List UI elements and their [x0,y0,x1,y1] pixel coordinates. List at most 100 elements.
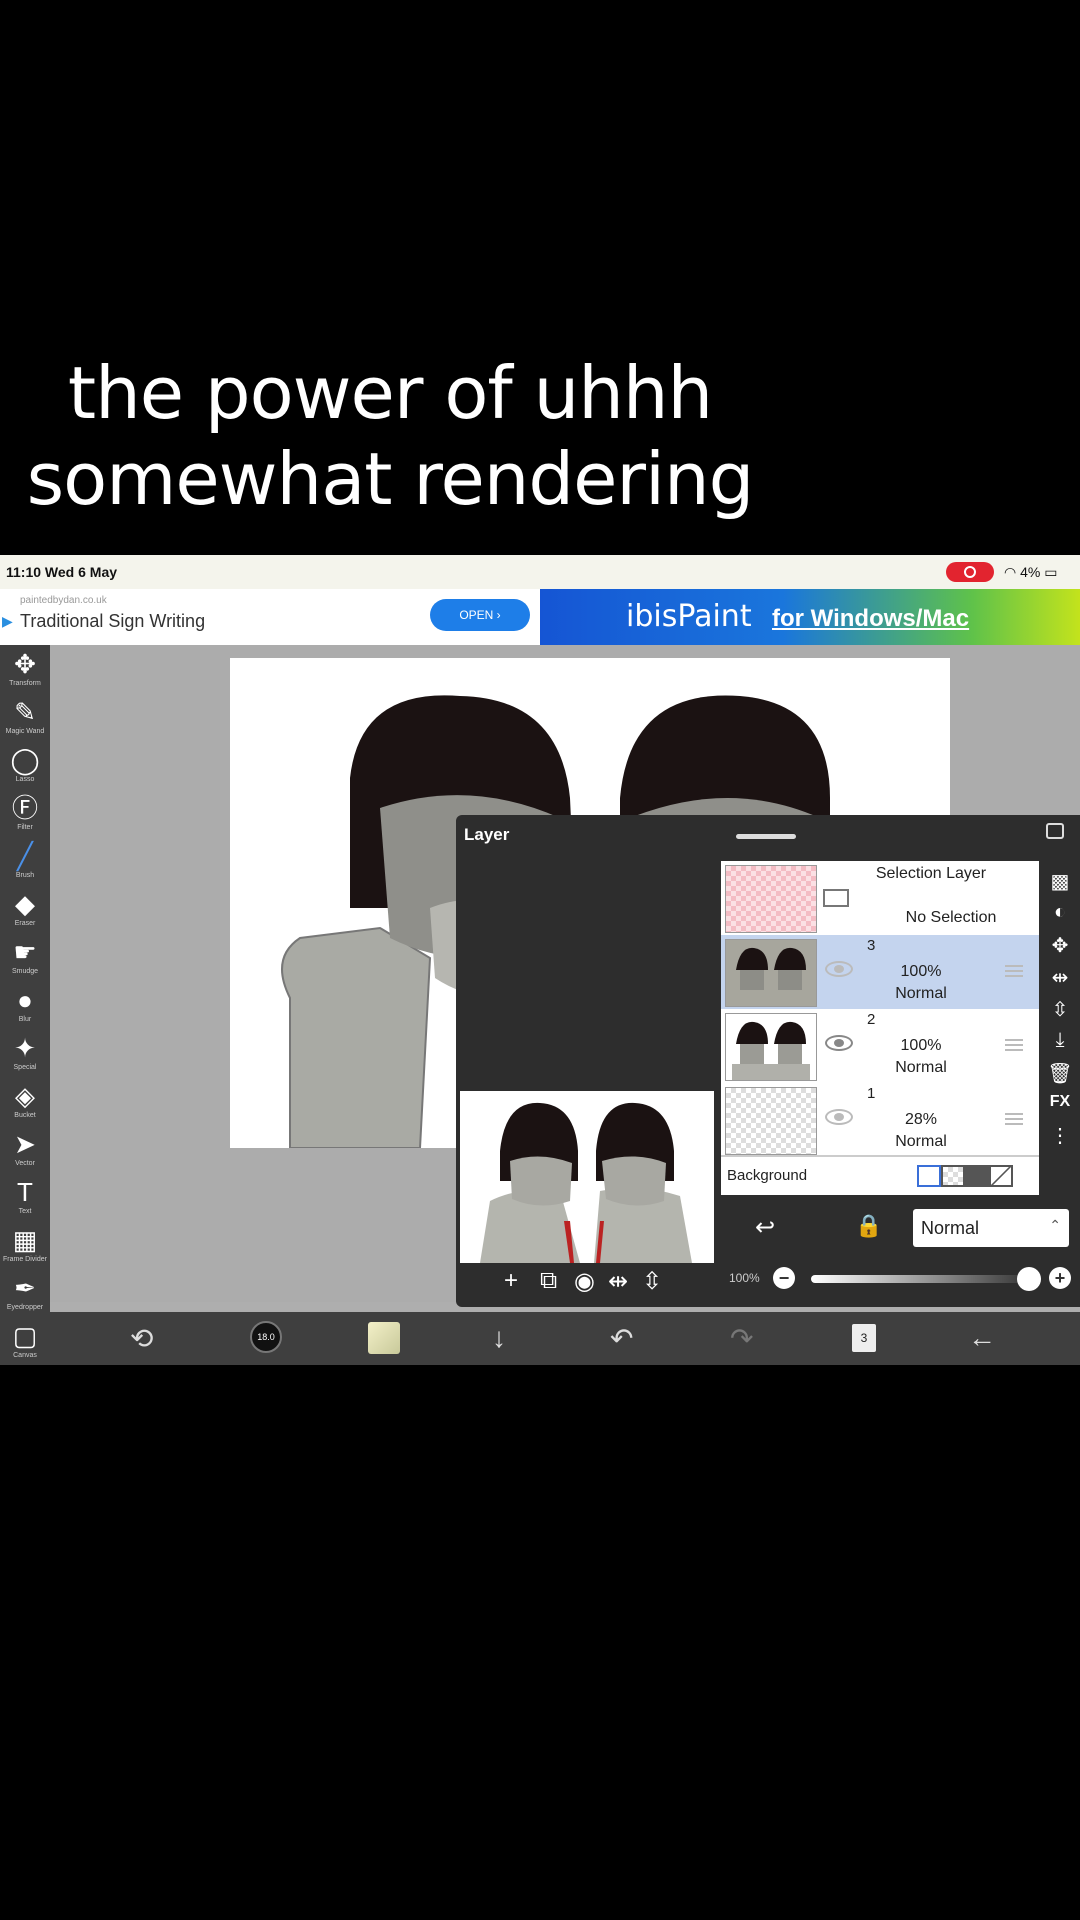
layer-side-tools: ▩ ◐ ✥ ⇹ ⇳ ⤓ 🗑 FX ⋮ [1040,861,1080,1191]
selection-layer-row[interactable]: Selection Layer No Selection [721,861,1039,937]
blend-mode-select[interactable]: Normal ⌃ [913,1209,1069,1247]
tool-text[interactable]: T Text [0,1177,50,1225]
layer-opacity: 28% [904,1111,938,1128]
merge-down-icon[interactable]: ⤓ [1040,1029,1080,1052]
camera-icon[interactable]: ◉ [574,1267,595,1296]
caption-line-1: the power of uhhh [67,351,713,435]
selection-layer-title: Selection Layer [875,865,987,882]
layer-fx-button[interactable]: FX [1040,1093,1080,1111]
video-caption: the power of uhhh somewhat rendering [0,350,780,522]
eraser-icon: ◆ [15,889,35,919]
layer-row-2[interactable]: 2 100% Normal [721,1009,1039,1085]
layer-list: Selection Layer No Selection 3 100% Norm… [721,861,1039,1159]
tool-magic-wand[interactable]: ✎ Magic Wand [0,697,50,745]
chevron-up-icon: ⌃ [1049,1217,1061,1233]
tool-canvas[interactable]: ▢ Canvas [0,1321,50,1365]
layer-3-thumbnail [725,939,817,1007]
tool-special[interactable]: ✦ Special [0,1033,50,1081]
ad-open-button[interactable]: OPEN › [430,599,530,631]
tool-eraser[interactable]: ◆ Eraser [0,889,50,937]
duplicate-layer-icon[interactable]: ⧉ [540,1267,557,1295]
ibispaint-promo[interactable]: ibisPaint for Windows/Mac [540,589,1080,645]
tool-transform[interactable]: ✥ Transform [0,649,50,697]
tool-blur[interactable]: ● Blur [0,985,50,1033]
mask-icon[interactable]: ◐ [1040,901,1080,924]
undo-icon[interactable]: ↶ [610,1322,633,1355]
add-layer-icon[interactable]: + [504,1267,518,1295]
ad-title[interactable]: Traditional Sign Writing [20,611,205,632]
visibility-toggle-icon[interactable] [825,1035,853,1051]
down-arrow-icon[interactable]: ↓ [492,1322,506,1354]
layer-panel: Layer + ⧉ ◉ ⇹ ⇳ Selection Layer No Selec… [456,815,1080,1307]
tool-eyedropper[interactable]: ✒ Eyedropper [0,1273,50,1321]
tool-brush[interactable]: ╱ Brush [0,841,50,889]
flip-horizontal-icon[interactable]: ⇹ [608,1267,628,1296]
alpha-lock-icon[interactable]: 🔒 [855,1213,882,1239]
visibility-toggle-icon[interactable] [825,961,853,977]
brush-size-button[interactable]: 18.0 [250,1321,282,1353]
more-options-icon[interactable]: ⋮ [1040,1123,1080,1148]
ad-choices-icon[interactable]: ▶ [2,613,13,630]
layer-row-1[interactable]: 1 28% Normal [721,1083,1039,1159]
layer-drag-handle-icon[interactable] [1005,965,1023,977]
visibility-toggle-icon[interactable] [825,1109,853,1125]
opacity-decrease-button[interactable]: − [773,1267,795,1289]
background-row[interactable]: Background [721,1155,1039,1195]
tool-label: Blur [18,1016,32,1023]
ibispaint-logo: ibisPaint [626,599,752,634]
tool-label: Transform [9,680,41,687]
checker-icon[interactable]: ▩ [1040,869,1080,894]
tool-frame-divider[interactable]: ▦ Frame Divider [0,1225,50,1273]
tool-label: Filter [17,824,33,831]
background-white-swatch[interactable] [917,1165,941,1187]
tool-sidebar: ✥ Transform ✎ Magic Wand ◯ Lasso Ⓕ Filter ╱ Brush… [0,645,50,1365]
tool-smudge[interactable]: ☛ Smudge [0,937,50,985]
flip-vertical-icon[interactable]: ⇳ [642,1267,662,1296]
back-arrow-icon[interactable]: ← [968,1322,996,1354]
opacity-increase-button[interactable]: + [1049,1267,1071,1289]
ad-domain: paintedbydan.co.uk [20,595,107,606]
preview-artwork [460,1091,714,1263]
tool-lasso[interactable]: ◯ Lasso [0,745,50,793]
battery-level: 4% [1020,564,1041,580]
delete-layer-icon[interactable]: 🗑 [1040,1061,1080,1086]
tool-label: Eyedropper [6,1304,44,1311]
background-label: Background [727,1167,808,1184]
flip-layer-horizontal-icon[interactable]: ⇹ [1040,965,1080,990]
layer-drag-handle-icon[interactable] [1005,1039,1023,1051]
clipping-icon[interactable]: ↩ [755,1213,775,1242]
screen-record-indicator [946,562,994,582]
layer-blend-mode: Normal [895,1133,947,1150]
text-icon: T [17,1177,33,1207]
smudge-icon: ☛ [13,937,37,967]
status-time: 11:10 Wed 6 May [6,564,118,580]
background-none-swatch[interactable] [989,1165,1013,1187]
selection-box-icon [823,889,849,907]
tool-filter[interactable]: Ⓕ Filter [0,793,50,841]
opacity-slider-handle[interactable] [1017,1267,1041,1291]
window-toggle-icon[interactable] [1046,823,1064,839]
move-layer-icon[interactable]: ✥ [1040,933,1080,958]
opacity-slider[interactable] [811,1275,1031,1283]
flip-layer-vertical-icon[interactable]: ⇳ [1040,997,1080,1022]
blend-controls: ↩ 🔒 Normal ⌃ [721,1203,1080,1253]
eyedropper-icon: ✒ [14,1273,36,1303]
ad-text-section[interactable]: ▶ paintedbydan.co.uk Traditional Sign Wr… [0,589,540,645]
tool-bucket[interactable]: ◈ Bucket [0,1081,50,1129]
battery-icon: ▭ [1044,564,1058,580]
tool-label: Eraser [14,920,36,927]
tool-vector[interactable]: ➤ Vector [0,1129,50,1177]
ad-banner[interactable]: ▶ paintedbydan.co.uk Traditional Sign Wr… [0,589,1080,646]
background-dark-swatch[interactable] [965,1165,989,1187]
redo-icon[interactable]: ↷ [730,1322,753,1355]
panel-drag-handle[interactable] [736,834,796,839]
quick-transform-icon[interactable]: ⟲ [130,1322,153,1355]
layer-count-button[interactable]: 3 [852,1324,876,1352]
layer-preview[interactable] [460,1091,714,1263]
layer-row-3[interactable]: 3 100% Normal [721,935,1039,1011]
layer-drag-handle-icon[interactable] [1005,1113,1023,1125]
color-swatch-button[interactable] [368,1322,400,1354]
background-transparent-swatch[interactable] [941,1165,965,1187]
tool-label: Brush [15,872,35,879]
layer-blend-mode: Normal [895,1059,947,1076]
